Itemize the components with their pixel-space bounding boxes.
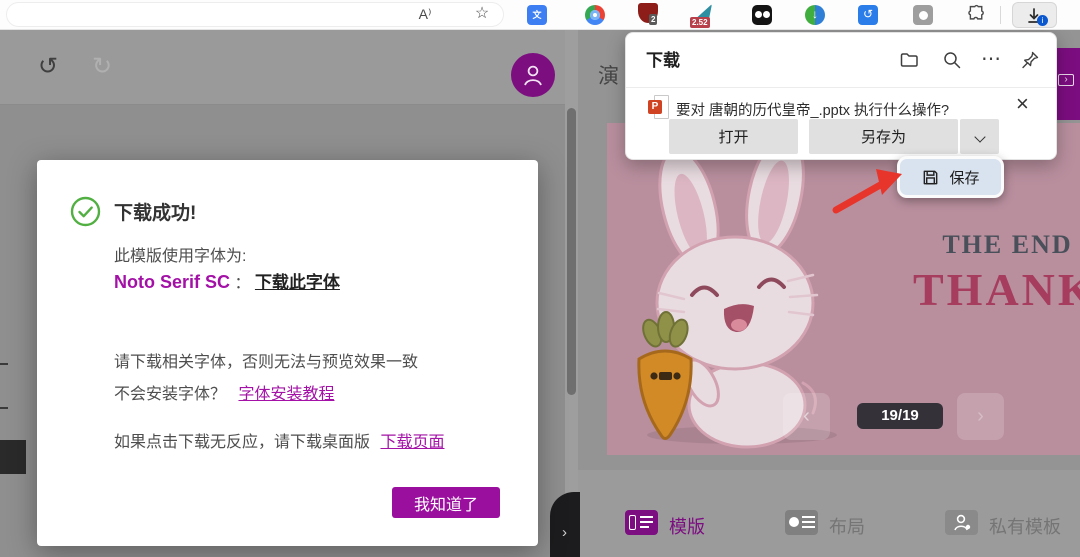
font-tip-line1: 请下载相关字体，否则无法与预览效果一致 <box>114 354 419 371</box>
tab-template-label: 模版 <box>669 517 705 537</box>
undo-icon[interactable]: ↺ <box>38 55 58 79</box>
annotation-arrow <box>832 169 902 214</box>
ublock-badge: 2 <box>649 14 658 25</box>
page-indicator: 19/19 <box>857 403 943 429</box>
presentation-screen-icon: › <box>1058 74 1074 86</box>
more-options-icon[interactable]: ⋯ <box>980 49 1002 72</box>
dark-panel-corner <box>0 440 26 474</box>
download-prompt-message: 要对 唐朝的历代皇帝_.pptx 执行什么操作? <box>676 103 950 119</box>
pin-icon[interactable] <box>1019 50 1041 72</box>
download-progress-badge: i <box>1037 15 1048 26</box>
toolbar-separator <box>1000 6 1001 24</box>
download-page-link[interactable]: 下载页面 <box>380 434 444 451</box>
font-row: Noto Serif SC ： 下载此字体 <box>114 268 340 293</box>
history-extension-icon[interactable]: ↺ <box>858 5 878 25</box>
ublock-extension-icon[interactable]: 2 <box>638 3 662 29</box>
list-dash <box>0 407 8 409</box>
expand-chevron-icon: › <box>562 524 567 541</box>
layout-tab-icon <box>785 510 818 535</box>
divider <box>626 87 1056 88</box>
chevron-down-icon <box>973 131 986 143</box>
slide-text-thanks: THANKS <box>913 264 1080 315</box>
list-dash <box>0 363 8 365</box>
screen: A⁾ ☆ 文 2 2.52 ↓ ↺ i ↺ ↻ × × × <box>0 0 1080 557</box>
font-name: Noto Serif SC <box>114 272 231 292</box>
template-tabbar: 模版 布局 私有模板 <box>578 470 1080 557</box>
tip2-text: 不会安装字体？ <box>114 386 227 403</box>
panel-title-fragment: 演 <box>598 65 619 88</box>
slide-text-the-end: THE END <box>942 230 1073 259</box>
present-button[interactable]: › <box>1053 48 1080 120</box>
powerpoint-file-icon: P <box>648 95 670 119</box>
save-menu-label: 保存 <box>949 169 980 187</box>
private-template-tab-icon <box>945 510 978 535</box>
success-check-icon <box>70 196 101 227</box>
site-header: ↺ ↻ <box>0 30 565 105</box>
save-menu-item[interactable]: 保存 <box>897 156 1004 198</box>
triangle-extension-icon[interactable]: 2.52 <box>690 3 724 30</box>
tip3-text: 如果点击下载无反应，请下载桌面版 <box>114 434 371 451</box>
font-tip-line2: 不会安装字体？ 字体安装教程 <box>114 380 334 404</box>
font-separator: ： <box>234 275 251 292</box>
font-tip-line3: 如果点击下载无反应，请下载桌面版 下载页面 <box>114 428 444 452</box>
translate-extension-icon[interactable]: 文 <box>527 5 547 25</box>
open-folder-icon[interactable] <box>898 50 920 72</box>
tab-private-template-label: 私有模板 <box>989 517 1061 537</box>
downloads-title: 下载 <box>646 51 680 70</box>
floppy-save-icon <box>924 170 938 184</box>
got-it-button[interactable]: 我知道了 <box>392 487 500 518</box>
tab-template[interactable]: 模版 <box>625 510 755 540</box>
download-success-modal: 下载成功! 此模版使用字体为: Noto Serif SC ： 下载此字体 请下… <box>37 160 538 546</box>
browser-toolbar: A⁾ ☆ 文 2 2.52 ↓ ↺ i <box>0 0 1080 30</box>
font-tutorial-link[interactable]: 字体安装教程 <box>238 386 334 403</box>
tab-private-template[interactable]: 私有模板 <box>945 510 1080 540</box>
download-font-link[interactable]: 下载此字体 <box>255 273 340 292</box>
tab-layout-label: 布局 <box>829 517 865 537</box>
redo-icon[interactable]: ↻ <box>92 55 112 79</box>
browser-extension-icon[interactable] <box>585 5 605 25</box>
font-intro-text: 此模版使用字体为: <box>114 248 247 265</box>
favorite-star-icon[interactable]: ☆ <box>470 3 494 27</box>
extensions-puzzle-icon[interactable] <box>966 4 987 30</box>
scrollbar-thumb[interactable] <box>567 108 576 395</box>
template-tab-icon <box>625 510 658 535</box>
open-file-button[interactable]: 打开 <box>669 119 798 154</box>
prev-slide-button[interactable]: ‹ <box>783 393 830 440</box>
screenshot-extension-icon[interactable] <box>913 5 933 25</box>
close-download-icon[interactable]: × <box>1016 93 1029 115</box>
downloads-flyout: 下载 ⋯ P 要对 唐朝的历代皇帝_.pptx 执行什么操作? × 打开 另存为 <box>625 32 1057 160</box>
save-as-button[interactable]: 另存为 <box>809 119 958 154</box>
panel-expander-tab[interactable]: › <box>550 492 580 557</box>
save-as-dropdown-button[interactable] <box>960 119 999 154</box>
next-slide-button[interactable]: › <box>957 393 1004 440</box>
read-aloud-icon[interactable]: A⁾ <box>413 3 437 27</box>
tab-layout[interactable]: 布局 <box>785 510 905 540</box>
dots-extension-icon[interactable] <box>752 5 772 25</box>
search-downloads-icon[interactable] <box>941 50 963 72</box>
modal-title: 下载成功! <box>114 203 197 224</box>
downloads-button[interactable]: i <box>1012 2 1057 28</box>
avatar[interactable] <box>511 53 555 97</box>
triangle-badge: 2.52 <box>690 17 710 28</box>
idm-extension-icon[interactable]: ↓ <box>805 5 825 25</box>
